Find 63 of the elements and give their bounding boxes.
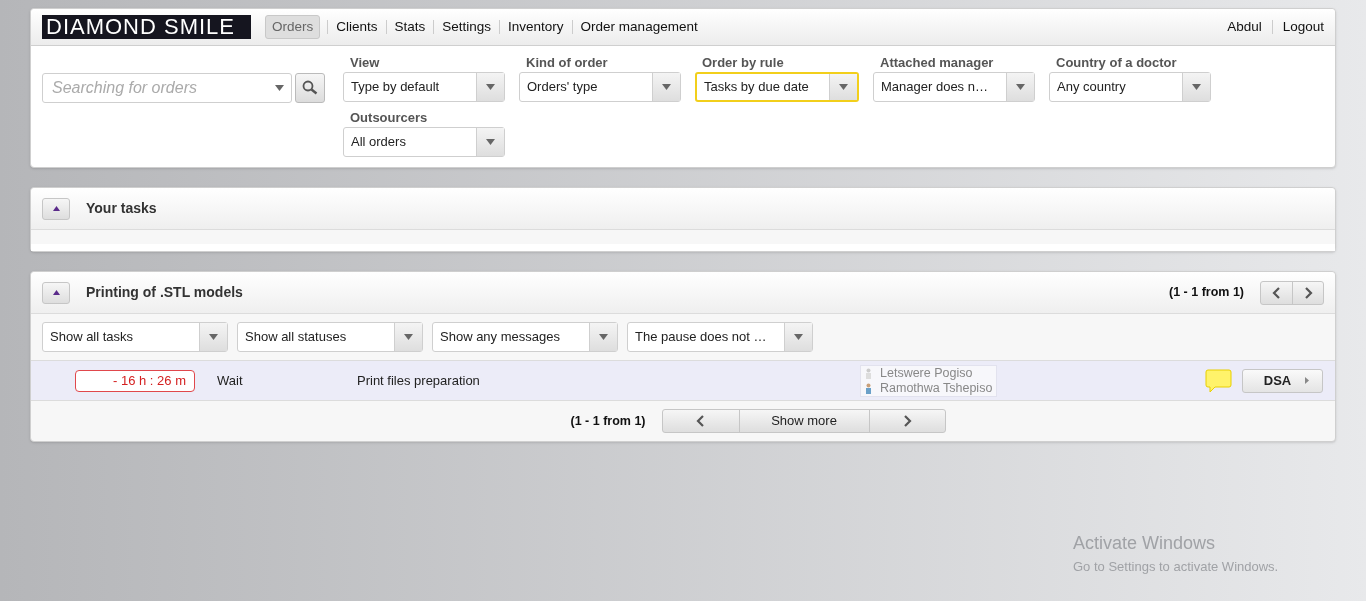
- triangle-right-icon: [1305, 377, 1310, 384]
- person-icon: [865, 367, 872, 379]
- person-icon: [865, 382, 872, 394]
- collapse-button[interactable]: [42, 281, 70, 304]
- activation-text: Go to Settings to activate Windows.: [1073, 558, 1279, 576]
- person-name: Letswere Pogiso: [880, 365, 973, 381]
- chevron-right-icon: [902, 415, 912, 427]
- task-status: Wait: [217, 371, 244, 390]
- caret-icon: [662, 84, 671, 90]
- triangle-up-icon: [52, 206, 60, 211]
- timer-badge: - 16 h : 26 m: [75, 369, 195, 392]
- caret-icon: [794, 334, 803, 340]
- caret-icon: [275, 85, 284, 91]
- action-button[interactable]: DSA: [1242, 368, 1323, 393]
- dropdown[interactable]: The pause does not …: [627, 322, 813, 352]
- person-name: Ramothwa Tshepiso: [880, 380, 993, 396]
- section-title: Printing of .STL models: [86, 283, 243, 302]
- dropdown[interactable]: Manager does n…: [873, 72, 1035, 102]
- logo: DIAMOND SMILE: [42, 15, 251, 39]
- chevron-left-icon: [696, 415, 705, 427]
- dropdown[interactable]: Orders' type: [519, 72, 681, 102]
- caret-icon: [404, 334, 413, 340]
- activation-title: Activate Windows: [1073, 532, 1217, 555]
- dropdown[interactable]: Show any messages: [432, 322, 618, 352]
- nav-link[interactable]: Order management: [579, 16, 699, 38]
- caret-icon: [1192, 84, 1201, 90]
- task-row[interactable]: - 16 h : 26 m Wait Print files preparation Letswere Pogiso Ramothwa Tshepiso DSA: [31, 361, 1335, 401]
- dropdown[interactable]: Tasks by due date: [695, 72, 859, 102]
- search-button[interactable]: [295, 73, 325, 103]
- filter-label: Kind of order: [526, 55, 609, 71]
- collapse-button[interactable]: [42, 197, 70, 220]
- filter-label: Attached manager: [880, 55, 995, 71]
- caret-icon: [209, 334, 218, 340]
- caret-icon: [486, 84, 495, 90]
- task-name: Print files preparation: [357, 371, 481, 390]
- dropdown[interactable]: Show all tasks: [42, 322, 228, 352]
- caret-icon: [1016, 84, 1025, 90]
- search-field[interactable]: Searching for orders: [42, 73, 292, 103]
- nav-link[interactable]: Settings: [441, 16, 493, 38]
- chevron-left-icon: [1272, 286, 1281, 299]
- caret-icon: [599, 334, 608, 340]
- search-icon: [302, 80, 318, 96]
- filter-label: Outsourcers: [350, 110, 429, 126]
- nav-link[interactable]: Clients: [335, 16, 379, 38]
- dropdown[interactable]: Type by default: [343, 72, 505, 102]
- nav-link[interactable]: Inventory: [507, 16, 565, 38]
- filter-label: Order by rule: [702, 55, 785, 71]
- filter-label: Country of a doctor: [1056, 55, 1178, 71]
- triangle-up-icon: [52, 290, 60, 295]
- caret-icon: [486, 139, 495, 145]
- user-link[interactable]: Abdul: [1227, 16, 1262, 38]
- chevron-right-icon: [1303, 286, 1313, 299]
- page-range: (1 - 1 from 1): [1169, 284, 1244, 302]
- filter-label: View: [350, 55, 381, 71]
- section-title: Your tasks: [86, 199, 157, 218]
- dropdown[interactable]: Show all statuses: [237, 322, 423, 352]
- nav-link[interactable]: Orders: [265, 14, 321, 40]
- logout-link[interactable]: Logout: [1282, 16, 1324, 38]
- dropdown[interactable]: All orders: [343, 127, 505, 157]
- nav-link[interactable]: Stats: [393, 16, 427, 38]
- dropdown[interactable]: Any country: [1049, 72, 1211, 102]
- page-range: (1 - 1 from 1): [570, 412, 646, 430]
- caret-icon: [839, 84, 848, 90]
